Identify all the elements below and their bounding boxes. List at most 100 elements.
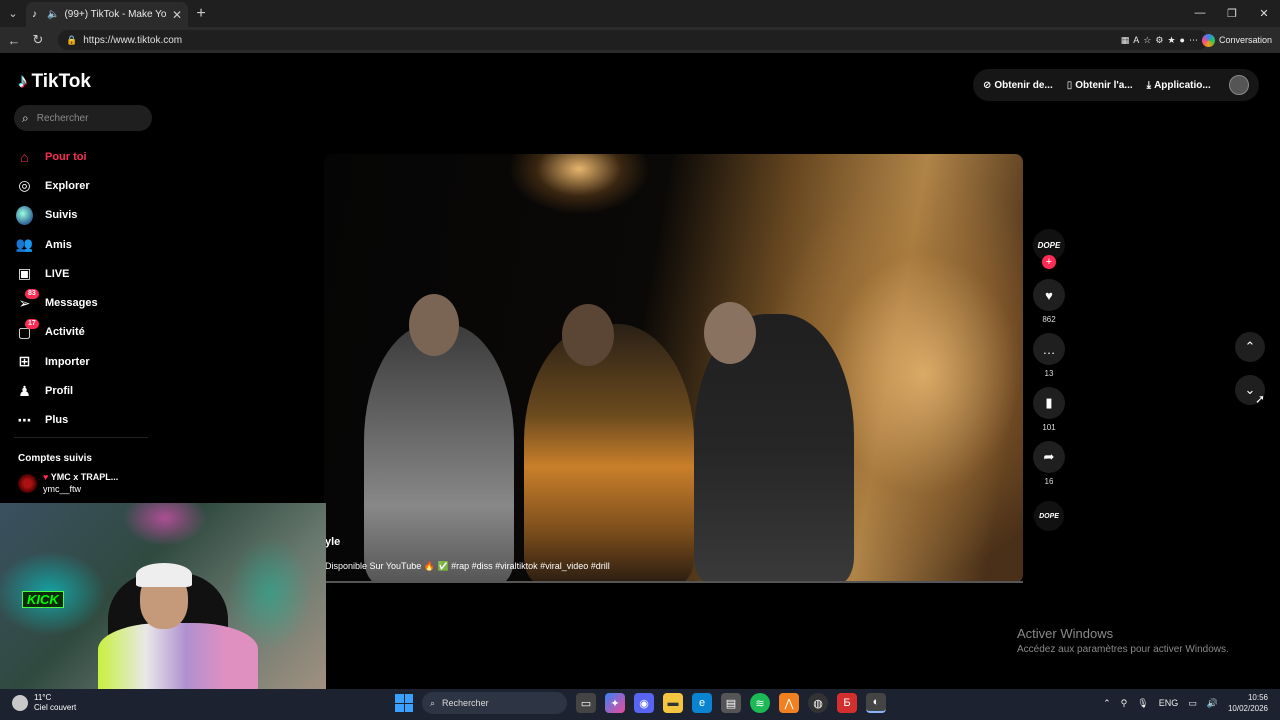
video-progress-bar[interactable] — [324, 581, 1023, 583]
language-indicator[interactable]: ENG — [1159, 698, 1179, 708]
video-player[interactable] — [324, 154, 1023, 583]
task-view-icon[interactable]: ▭ — [576, 693, 596, 713]
save-count: 101 — [1042, 423, 1056, 432]
sidebar-item-amis[interactable]: 👥 Amis — [16, 230, 156, 259]
sidebar-item-live[interactable]: ▣ LIVE — [16, 259, 156, 288]
network-icon[interactable]: ⚲ — [1121, 698, 1128, 709]
coin-icon: ⊘ — [983, 79, 992, 91]
sidebar-item-label: Suivis — [45, 209, 78, 222]
weather-text: Ciel couvert — [34, 703, 77, 712]
weather-widget[interactable]: 11°C Ciel couvert — [12, 693, 76, 713]
activate-windows-watermark: Activer Windows Accédez aux paramètres p… — [1017, 626, 1229, 655]
chevron-up-icon[interactable]: ⌃ — [1103, 698, 1111, 709]
close-tab-icon[interactable]: ✕ — [172, 8, 182, 22]
sidebar-item-label: Amis — [45, 238, 72, 251]
copilot-icon — [1201, 33, 1215, 47]
sidebar-item-label: Activité — [45, 326, 85, 339]
lock-icon[interactable]: 🔒 — [66, 35, 77, 46]
compass-icon: ◎ — [18, 177, 31, 194]
search-input[interactable]: ⌕ Rechercher — [14, 105, 152, 131]
follow-button[interactable]: + — [1042, 255, 1056, 269]
spotify-icon[interactable]: ≋ — [750, 693, 770, 713]
discord-icon[interactable]: ◉ — [634, 693, 654, 713]
browser-tab[interactable]: ♪ 🔈 (99+) TikTok - Make Your Day ✕ — [26, 2, 188, 27]
back-icon[interactable]: ← — [6, 33, 22, 48]
sidebar-item-label: Messages — [45, 297, 98, 310]
chrome-icon[interactable]: ◍ — [808, 693, 828, 713]
edge-icon[interactable]: e — [692, 693, 712, 713]
sidebar-item-label: Plus — [45, 414, 69, 427]
extensions-icon[interactable]: ⚙ — [1155, 35, 1163, 46]
temperature: 11°C — [34, 693, 52, 702]
chevron-down-icon: ⌄ — [1244, 382, 1256, 397]
favorites-icon[interactable]: ★ — [1167, 35, 1175, 46]
app-red-icon[interactable]: Ƃ — [837, 693, 857, 713]
share-icon[interactable]: ➦ — [1033, 441, 1065, 473]
like-icon[interactable]: ♥ — [1033, 279, 1065, 311]
app-icon[interactable]: ⋀ — [779, 693, 799, 713]
sidebar-item-activite[interactable]: ▢ 17 Activité — [16, 318, 156, 347]
comment-count: 13 — [1044, 369, 1054, 378]
window-controls: — ❐ ✕ — [1184, 7, 1280, 20]
video-actions: DOPE + ♥ 862 … 13 ▮ 101 ➦ 16 DOPE — [1032, 229, 1066, 531]
sidebar-item-messages[interactable]: ➢ 83 Messages — [16, 288, 156, 317]
sidebar-item-label: LIVE — [45, 267, 70, 280]
volume-icon[interactable]: 🔊 — [1207, 698, 1218, 709]
windows-start-icon[interactable] — [395, 694, 413, 712]
sidebar-item-plus[interactable]: ⋯ Plus — [16, 406, 156, 435]
sidebar-item-pour-toi[interactable]: ⌂ Pour toi — [16, 142, 156, 171]
display-icon[interactable]: ▭ — [1188, 698, 1197, 709]
minimize-icon[interactable]: — — [1184, 7, 1216, 20]
new-tab-button[interactable]: + — [188, 5, 214, 23]
refresh-icon[interactable]: ↻ — [30, 32, 46, 48]
get-app-button[interactable]: ▯ Obtenir l'a... — [1067, 80, 1133, 91]
sidebar-item-suivis[interactable]: Suivis — [16, 201, 156, 230]
kick-sign: KICK — [22, 591, 64, 608]
maximize-icon[interactable]: ❐ — [1216, 7, 1248, 20]
sidebar-item-profil[interactable]: ♟ Profil — [16, 376, 156, 405]
sidebar-item-importer[interactable]: ⊞ Importer — [16, 347, 156, 376]
copilot-button[interactable]: ▦ A ☆ ⚙ ★ ● ⋯ Conversation — [1121, 33, 1272, 47]
sidebar-item-label: Importer — [45, 355, 90, 368]
windows-taskbar: 11°C Ciel couvert ⌕ Rechercher ▭ ✦ ◉ ▬ e… — [0, 689, 1280, 720]
clock[interactable]: 10:56 10/02/2026 — [1228, 692, 1268, 714]
avatar[interactable] — [1229, 75, 1249, 95]
close-window-icon[interactable]: ✕ — [1248, 7, 1280, 20]
share-count: 16 — [1044, 477, 1054, 486]
microphone-icon[interactable]: 🎙 — [1137, 698, 1148, 709]
obs-icon[interactable]: ◐ — [866, 693, 886, 713]
messages-badge: 83 — [25, 289, 39, 300]
followed-handle: ymc__ftw — [43, 484, 82, 494]
sidebar-item-explorer[interactable]: ◎ Explorer — [16, 171, 156, 200]
comment-icon[interactable]: … — [1033, 333, 1065, 365]
profile-icon[interactable]: ● — [1180, 35, 1185, 45]
tab-actions-icon[interactable]: ⌄ — [0, 0, 26, 27]
url-field[interactable]: 🔒 https://www.tiktok.com — [58, 30, 1208, 50]
audio-icon[interactable]: 🔈 — [47, 9, 59, 20]
music-disc[interactable]: DOPE — [1034, 501, 1064, 531]
webcam-overlay: KICK — [0, 503, 326, 689]
url-text[interactable]: https://www.tiktok.com — [83, 35, 1200, 46]
copilot-app-icon[interactable]: ✦ — [605, 693, 625, 713]
upload-icon: ⊞ — [18, 353, 31, 370]
store-icon[interactable]: ▤ — [721, 693, 741, 713]
download-app-button[interactable]: ⤓ Applicatio... — [1147, 80, 1211, 91]
taskbar-search[interactable]: ⌕ Rechercher — [422, 692, 567, 714]
folder-icon[interactable]: ▬ — [663, 693, 683, 713]
phone-icon: ▯ — [1066, 79, 1073, 91]
bookmark-icon[interactable]: ▮ — [1033, 387, 1065, 419]
apps-icon[interactable]: ▦ — [1121, 35, 1130, 46]
previous-video-button[interactable]: ⌃ — [1235, 332, 1265, 362]
tiktok-logo[interactable]: ♪ TikTok — [18, 71, 91, 93]
menu-icon[interactable]: ⋯ — [1189, 35, 1198, 46]
chevron-up-icon: ⌃ — [1244, 339, 1256, 354]
video-description: Disponible Sur YouTube 🔥 ✅ #rap #diss #v… — [325, 561, 610, 571]
logo-text: TikTok — [31, 71, 91, 92]
get-coins-button[interactable]: ⊘ Obtenir de... — [983, 80, 1053, 91]
tiktok-favicon-icon: ♪ — [32, 8, 37, 20]
activity-badge: 17 — [25, 318, 39, 329]
favorite-star-icon[interactable]: ☆ — [1143, 35, 1151, 46]
translate-icon[interactable]: A — [1133, 35, 1139, 45]
followed-account-item[interactable]: ♥ YMC x TRAPL... ymc__ftw — [18, 471, 118, 495]
search-icon: ⌕ — [22, 110, 29, 125]
